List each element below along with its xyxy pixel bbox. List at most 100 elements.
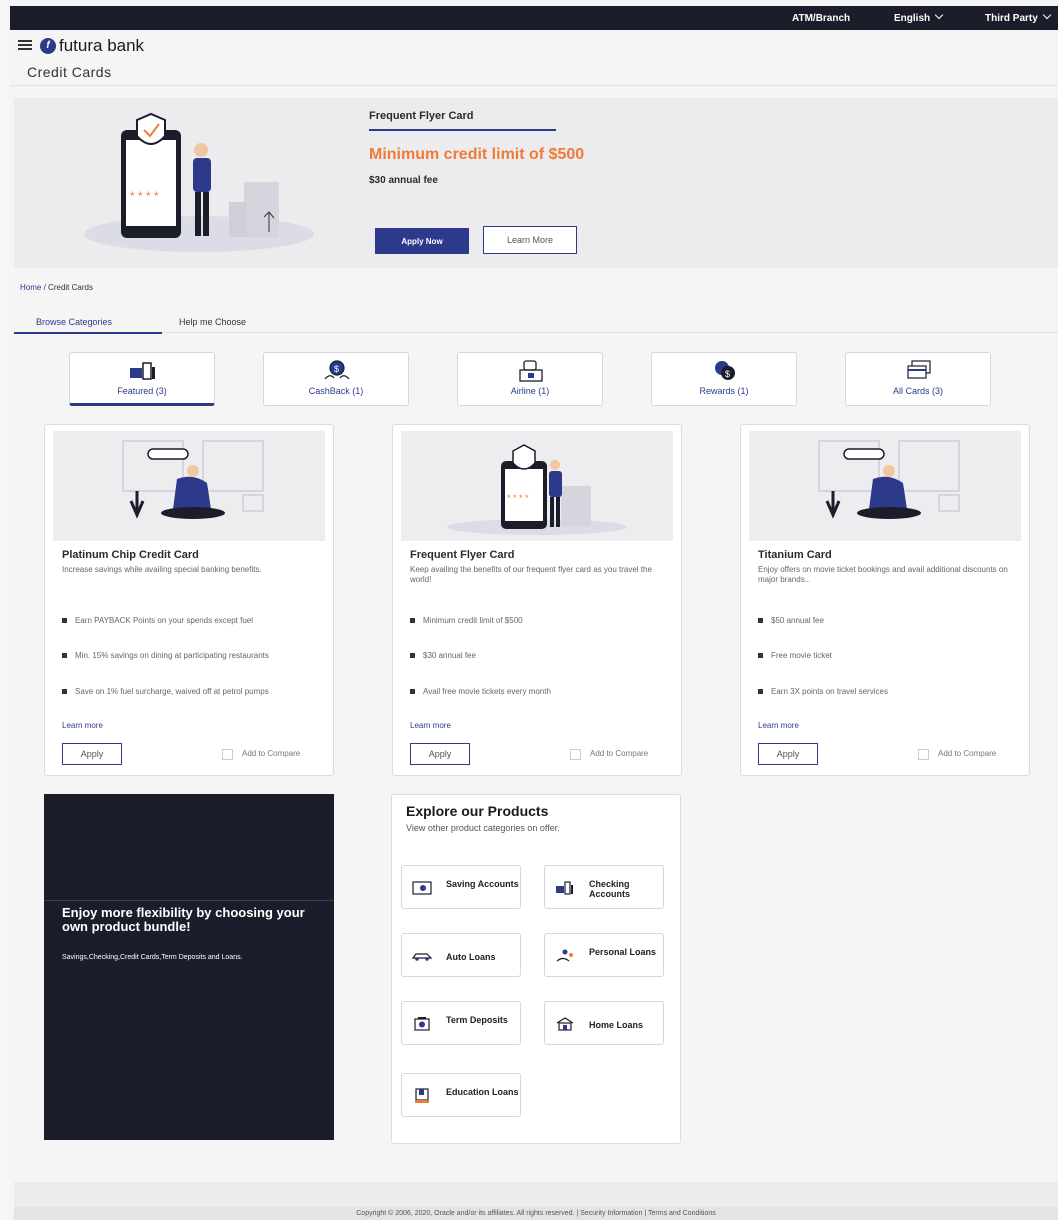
chevron-down-icon bbox=[934, 10, 944, 20]
category-featured[interactable]: Featured (3) bbox=[69, 352, 215, 406]
category-airline[interactable]: Airline (1) bbox=[457, 352, 603, 406]
user-label: Third Party bbox=[985, 13, 1038, 24]
product-checking-accounts[interactable]: Checking Accounts bbox=[544, 865, 664, 909]
product-auto-loans[interactable]: Auto Loans bbox=[401, 933, 521, 977]
top-bar: ATM/Branch English Third Party bbox=[10, 6, 1058, 30]
card-learn-more-link[interactable]: Learn more bbox=[410, 721, 451, 730]
card-reader-icon bbox=[130, 362, 155, 380]
card-description: Keep availing the benefits of our freque… bbox=[410, 565, 652, 584]
compare-checkbox[interactable] bbox=[570, 749, 581, 760]
product-term-deposits[interactable]: Term Deposits bbox=[401, 1001, 521, 1045]
compare-label: Add to Compare bbox=[590, 749, 649, 758]
car-icon bbox=[412, 953, 432, 961]
breadcrumb-home[interactable]: Home bbox=[20, 283, 41, 292]
breadcrumb-current: Credit Cards bbox=[48, 283, 93, 292]
copyright-text: Copyright © 2006, 2020, Oracle and/or it… bbox=[356, 1210, 716, 1217]
credit-card-tile: * * * * Frequent Flyer Card Keep availin… bbox=[392, 424, 682, 776]
card-illustration bbox=[53, 431, 325, 541]
hero-card-name: Frequent Flyer Card bbox=[369, 110, 474, 122]
compare-label: Add to Compare bbox=[938, 749, 997, 758]
chevron-down-icon bbox=[1042, 10, 1052, 20]
product-home-loans[interactable]: Home Loans bbox=[544, 1001, 664, 1045]
category-cashback[interactable]: $ CashBack (1) bbox=[263, 352, 409, 406]
atm-branch-link[interactable]: ATM/Branch bbox=[792, 13, 850, 24]
checking-icon bbox=[556, 881, 573, 895]
product-label: Saving Accounts bbox=[446, 879, 519, 889]
card-illustration: * * * * bbox=[401, 431, 673, 541]
card-feature: $50 annual fee bbox=[758, 615, 1018, 626]
product-label: Checking Accounts bbox=[589, 879, 631, 899]
category-label: CashBack (1) bbox=[308, 386, 364, 396]
tab-help-me-choose[interactable]: Help me Choose bbox=[179, 317, 246, 327]
bank-logo-icon: f bbox=[40, 38, 56, 54]
product-saving-accounts[interactable]: Saving Accounts bbox=[401, 865, 521, 909]
promo-title: Enjoy more flexibility by choosing your … bbox=[62, 905, 305, 934]
card-description: Increase savings while availing special … bbox=[62, 565, 262, 574]
tab-bar: Browse Categories Help me Choose bbox=[14, 313, 1058, 334]
card-feature: Earn PAYBACK Points on your spends excep… bbox=[62, 615, 322, 626]
page-title: Credit Cards bbox=[27, 64, 112, 80]
language-selector[interactable]: English bbox=[894, 10, 944, 24]
hamburger-menu-icon[interactable] bbox=[18, 40, 32, 50]
compare-checkbox[interactable] bbox=[918, 749, 929, 760]
card-learn-more-link[interactable]: Learn more bbox=[758, 721, 799, 730]
compare-checkbox[interactable] bbox=[222, 749, 233, 760]
airline-icon bbox=[519, 360, 543, 382]
hero-divider bbox=[369, 129, 556, 131]
product-label: Term Deposits bbox=[446, 1015, 508, 1025]
compare-label: Add to Compare bbox=[242, 749, 301, 758]
card-title: Platinum Chip Credit Card bbox=[62, 549, 199, 561]
hero-stars: * * * * bbox=[130, 189, 159, 203]
explore-subtitle: View other product categories on offer. bbox=[406, 823, 560, 833]
card-feature: Min. 15% savings on dining at participat… bbox=[62, 650, 322, 661]
apply-now-button[interactable]: Apply Now bbox=[375, 228, 469, 254]
card-feature: Earn 3X points on travel services bbox=[758, 686, 1018, 697]
promo-divider bbox=[44, 900, 334, 901]
user-menu[interactable]: Third Party bbox=[985, 10, 1052, 24]
card-feature: $30 annual fee bbox=[410, 650, 670, 661]
category-label: Rewards (1) bbox=[699, 386, 749, 396]
card-apply-button[interactable]: Apply bbox=[62, 743, 122, 765]
bundle-promo-banner[interactable]: Enjoy more flexibility by choosing your … bbox=[44, 794, 334, 1140]
explore-title: Explore our Products bbox=[406, 803, 549, 819]
svg-text:$: $ bbox=[334, 364, 339, 374]
breadcrumb: Home / Credit Cards bbox=[20, 283, 93, 292]
active-tab-indicator bbox=[14, 332, 162, 334]
hero-fee: $30 annual fee bbox=[369, 175, 438, 186]
home-icon bbox=[556, 1017, 574, 1031]
card-apply-button[interactable]: Apply bbox=[410, 743, 470, 765]
product-label: Home Loans bbox=[589, 1020, 644, 1030]
card-feature: Free movie ticket bbox=[758, 650, 1018, 661]
category-label: All Cards (3) bbox=[892, 386, 943, 396]
card-description: Enjoy offers on movie ticket bookings an… bbox=[758, 565, 1008, 584]
card-feature: Avail free movie tickets every month bbox=[410, 686, 670, 697]
product-personal-loans[interactable]: Personal Loans bbox=[544, 933, 664, 977]
category-all-cards[interactable]: All Cards (3) bbox=[845, 352, 991, 406]
category-rewards[interactable]: $ Rewards (1) bbox=[651, 352, 797, 406]
card-apply-button[interactable]: Apply bbox=[758, 743, 818, 765]
hero-headline: Minimum credit limit of $500 bbox=[369, 146, 585, 163]
bank-name: futura bank bbox=[59, 36, 145, 55]
breadcrumb-separator: / bbox=[43, 283, 46, 292]
card-illustration bbox=[749, 431, 1021, 541]
page-title-bar bbox=[10, 62, 1058, 86]
tab-browse-categories[interactable]: Browse Categories bbox=[36, 317, 112, 327]
credit-card-tile: Titanium Card Enjoy offers on movie tick… bbox=[740, 424, 1030, 776]
personal-loan-icon bbox=[556, 949, 573, 962]
learn-more-button[interactable]: Learn More bbox=[483, 226, 577, 254]
term-deposit-icon bbox=[414, 1017, 430, 1031]
product-label: Education Loans bbox=[446, 1087, 519, 1097]
promo-subtitle: Savings,Checking,Credit Cards,Term Depos… bbox=[62, 954, 243, 961]
savings-icon bbox=[412, 881, 432, 895]
card-title: Frequent Flyer Card bbox=[410, 549, 515, 561]
cards-stack-icon bbox=[907, 360, 931, 379]
category-label: Featured (3) bbox=[117, 386, 167, 396]
card-title: Titanium Card bbox=[758, 549, 832, 561]
category-label: Airline (1) bbox=[510, 386, 550, 396]
card-learn-more-link[interactable]: Learn more bbox=[62, 721, 103, 730]
education-icon bbox=[415, 1088, 429, 1103]
product-education-loans[interactable]: Education Loans bbox=[401, 1073, 521, 1117]
hero-banner: * * * * Frequent Flyer Card Minimum cred… bbox=[14, 98, 1058, 268]
hero-illustration: * * * * bbox=[84, 112, 314, 252]
credit-card-tile: Platinum Chip Credit Card Increase savin… bbox=[44, 424, 334, 776]
